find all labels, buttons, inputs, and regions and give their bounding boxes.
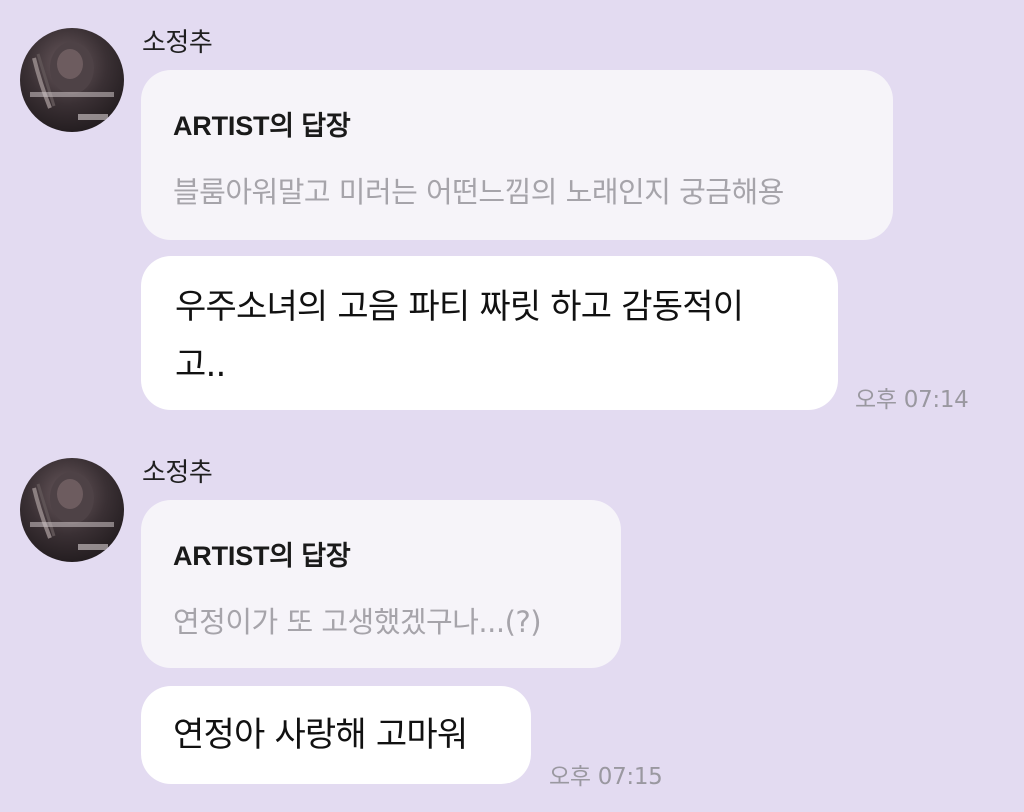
avatar[interactable]	[20, 28, 124, 132]
reply-body: 연정이가 또 고생했겠구나...(?)	[173, 605, 542, 639]
reply-body: 블룸아워말고 미러는 어떤느낌의 노래인지 궁금해용	[173, 175, 784, 209]
message-bubble[interactable]: 우주소녀의 고음 파티 짜릿 하고 감동적이 고..	[141, 256, 838, 410]
profile-photo-icon	[30, 42, 114, 120]
reply-title: ARTIST의 답장	[173, 111, 351, 141]
reply-quote-card[interactable]: ARTIST의 답장 블룸아워말고 미러는 어떤느낌의 노래인지 궁금해용	[141, 70, 893, 240]
message-text-line: 우주소녀의 고음 파티 짜릿 하고 감동적이	[175, 287, 744, 327]
message-bubble[interactable]: 연정아 사랑해 고마워	[141, 686, 531, 784]
message-text-line: 연정아 사랑해 고마워	[173, 715, 468, 755]
avatar[interactable]	[20, 458, 124, 562]
profile-photo-icon	[30, 472, 114, 550]
message-timestamp: 오후 07:15	[549, 764, 663, 790]
sender-name: 소정추	[142, 458, 213, 488]
message-text-line: 고..	[175, 345, 226, 385]
reply-title: ARTIST의 답장	[173, 541, 351, 571]
message-timestamp: 오후 07:14	[855, 387, 969, 413]
sender-name: 소정추	[142, 28, 213, 58]
reply-quote-card[interactable]: ARTIST의 답장 연정이가 또 고생했겠구나...(?)	[141, 500, 621, 668]
